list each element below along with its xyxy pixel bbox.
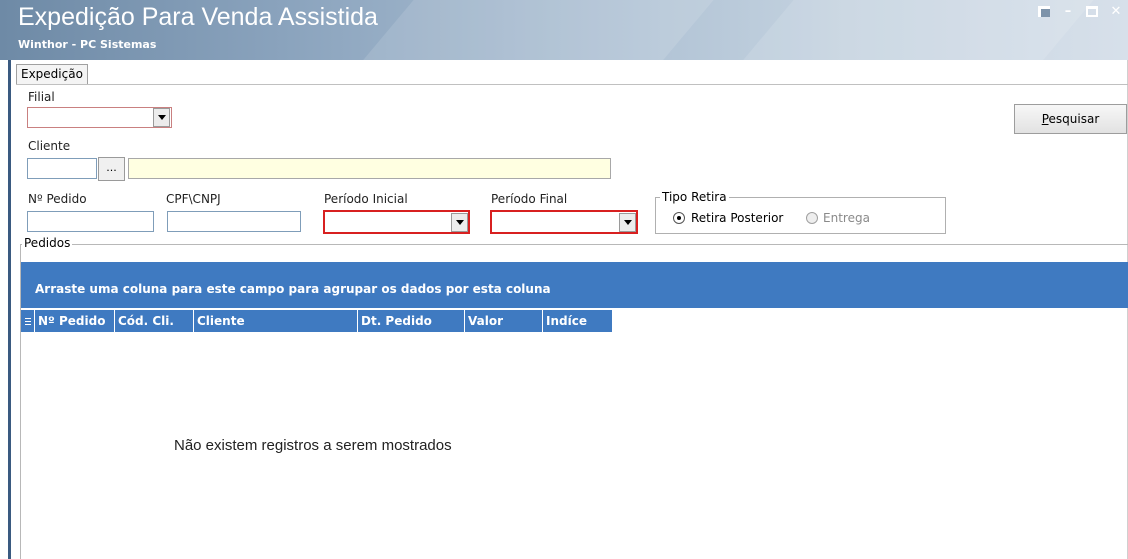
- maximize-icon[interactable]: [1086, 6, 1098, 17]
- column-header-cod-cli[interactable]: Cód. Cli.: [115, 310, 194, 332]
- cpf-cnpj-input[interactable]: [167, 211, 301, 232]
- window-controls: – ✕: [1038, 4, 1124, 20]
- cliente-code-input[interactable]: [27, 158, 97, 179]
- tipo-retira-title: Tipo Retira: [660, 190, 729, 204]
- window-subtitle: Winthor - PC Sistemas: [18, 38, 157, 51]
- entrega-label: Entrega: [823, 211, 870, 225]
- title-bar: Expedição Para Venda Assistida Winthor -…: [0, 0, 1128, 60]
- window-left-border: [8, 60, 11, 559]
- column-header-valor[interactable]: Valor: [465, 310, 543, 332]
- window-title: Expedição Para Venda Assistida: [18, 3, 378, 31]
- retira-posterior-label[interactable]: Retira Posterior: [691, 211, 783, 225]
- empty-grid-message: Não existem registros a serem mostrados: [174, 437, 452, 454]
- title-bar-decoration: [329, 0, 731, 60]
- periodo-inicial-select[interactable]: [323, 210, 470, 234]
- cliente-label: Cliente: [28, 139, 71, 153]
- pedidos-frame-top: [20, 244, 1128, 245]
- grid-header: Nº Pedido Cód. Cli. Cliente Dt. Pedido V…: [21, 310, 613, 332]
- pesquisar-button[interactable]: Pesquisar: [1014, 104, 1127, 134]
- filial-select[interactable]: [27, 107, 172, 128]
- column-header-indice[interactable]: Indíce: [543, 310, 613, 332]
- pesquisar-mnemonic: P: [1041, 112, 1049, 126]
- group-by-panel[interactable]: Arraste uma coluna para este campo para …: [21, 262, 1128, 308]
- column-header-pedido[interactable]: Nº Pedido: [35, 310, 115, 332]
- filial-label: Filial: [28, 90, 55, 104]
- minimize-button[interactable]: –: [1060, 4, 1076, 20]
- periodo-inicial-dropdown-button[interactable]: [451, 213, 468, 232]
- chevron-down-icon: [157, 115, 166, 120]
- filial-dropdown-button[interactable]: [153, 108, 170, 127]
- cpf-label: CPF\CNPJ: [166, 192, 221, 206]
- periodo-final-dropdown-button[interactable]: [619, 213, 636, 232]
- pesquisar-label: esquisar: [1048, 112, 1100, 126]
- group-by-hint: Arraste uma coluna para este campo para …: [35, 282, 551, 296]
- column-header-cliente[interactable]: Cliente: [194, 310, 358, 332]
- chevron-down-icon: [623, 220, 632, 225]
- chevron-down-icon: [455, 220, 464, 225]
- periodo-final-label: Período Final: [491, 192, 568, 206]
- periodo-inicial-label: Período Inicial: [324, 192, 408, 206]
- cliente-name-field: [128, 158, 611, 179]
- restore-icon[interactable]: [1038, 6, 1050, 17]
- column-header-dt-pedido[interactable]: Dt. Pedido: [358, 310, 465, 332]
- pedidos-title: Pedidos: [22, 236, 73, 250]
- close-button[interactable]: ✕: [1108, 4, 1124, 20]
- tab-expedicao[interactable]: Expedição: [16, 64, 88, 85]
- entrega-radio: [806, 212, 818, 224]
- pedido-label: Nº Pedido: [28, 192, 87, 206]
- column-chooser-icon[interactable]: [21, 310, 35, 332]
- cliente-lookup-button[interactable]: ...: [98, 157, 125, 181]
- periodo-final-select[interactable]: [490, 210, 638, 234]
- pedido-input[interactable]: [27, 211, 154, 232]
- tab-divider: [16, 84, 1128, 85]
- retira-posterior-radio[interactable]: [673, 212, 685, 224]
